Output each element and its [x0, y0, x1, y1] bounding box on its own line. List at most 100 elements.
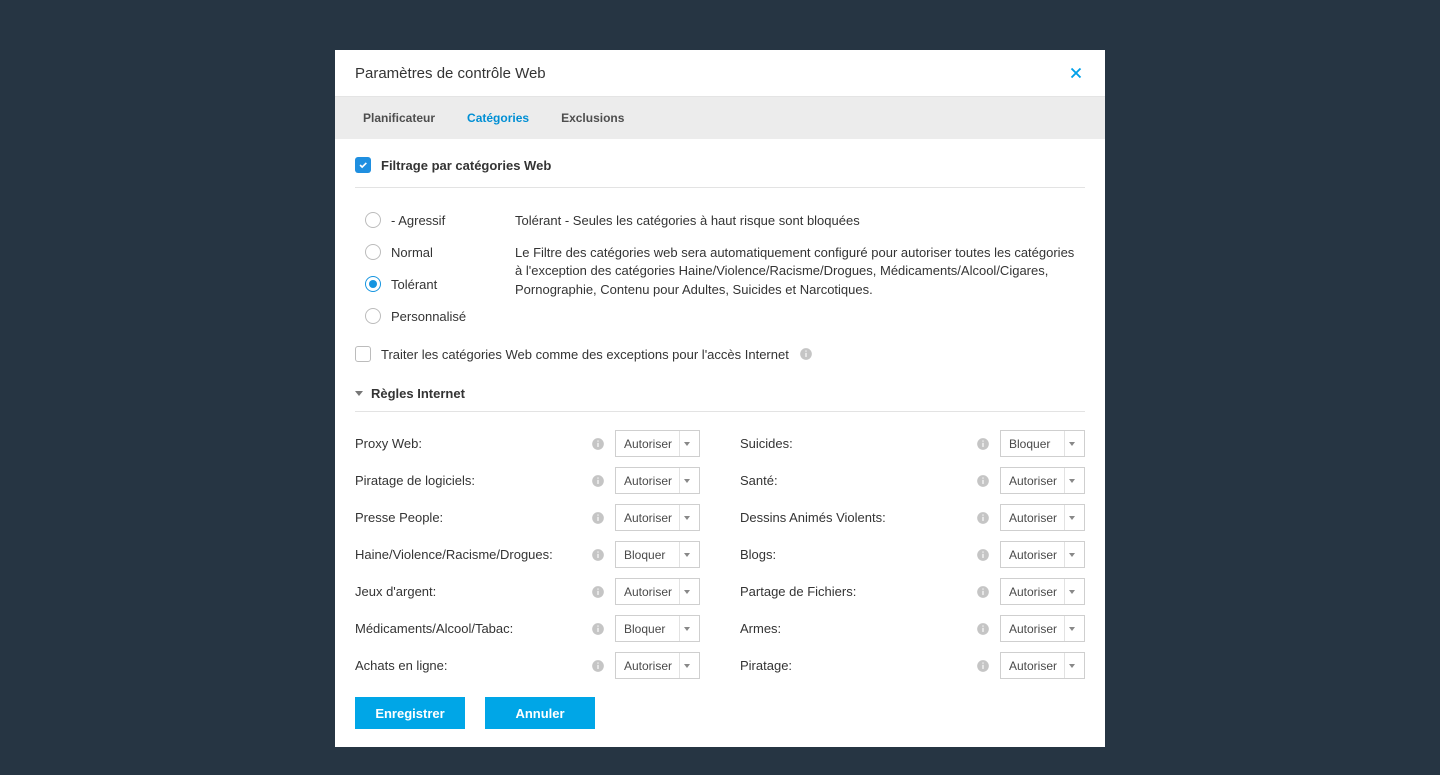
info-icon[interactable] [976, 622, 990, 636]
chevron-down-icon [1064, 505, 1078, 530]
chevron-down-icon [1064, 542, 1078, 567]
modal-footer: Enregistrer Annuler [335, 689, 1105, 747]
select-value: Autoriser [624, 511, 672, 525]
chevron-down-icon [679, 542, 693, 567]
rule-select[interactable]: Autoriser [1000, 541, 1085, 568]
modal-header: Paramètres de contrôle Web [335, 50, 1105, 97]
rule-row: Santé:Autoriser [740, 467, 1085, 494]
profile-radio[interactable]: Normal [365, 244, 485, 260]
rule-row: Presse People: Autoriser [355, 504, 700, 531]
radio-icon [365, 244, 381, 260]
chevron-down-icon [1064, 616, 1078, 641]
rule-label: Blogs: [740, 547, 976, 562]
select-value: Autoriser [1009, 659, 1057, 673]
radio-label: Tolérant [391, 277, 437, 292]
chevron-down-icon [1064, 468, 1078, 493]
chevron-down-icon [679, 468, 693, 493]
radio-icon [365, 212, 381, 228]
info-icon[interactable] [799, 347, 813, 361]
info-icon[interactable] [976, 437, 990, 451]
rule-row: Blogs: Autoriser [740, 541, 1085, 568]
rule-select[interactable]: Autoriser [1000, 467, 1085, 494]
modal-title: Paramètres de contrôle Web [355, 65, 546, 82]
chevron-down-icon [679, 505, 693, 530]
exception-checkbox[interactable] [355, 346, 371, 362]
info-icon[interactable] [591, 511, 605, 525]
profile-radio[interactable]: Personnalisé [365, 308, 485, 324]
rule-select[interactable]: Autoriser [615, 430, 700, 457]
info-icon[interactable] [591, 585, 605, 599]
select-value: Autoriser [1009, 548, 1057, 562]
info-icon[interactable] [976, 659, 990, 673]
rule-select[interactable]: Bloquer [615, 541, 700, 568]
rule-label: Dessins Animés Violents: [740, 510, 976, 525]
chevron-down-icon [1064, 431, 1078, 456]
rule-label: Haine/Violence/Racisme/Drogues: [355, 547, 591, 562]
rule-label: Proxy Web: [355, 436, 591, 451]
profile-desc-body: Le Filtre des catégories web sera automa… [515, 244, 1085, 299]
rule-select[interactable]: Autoriser [615, 467, 700, 494]
filter-label: Filtrage par catégories Web [381, 158, 551, 173]
rule-select[interactable]: Autoriser [1000, 615, 1085, 642]
collapse-triangle-icon [355, 391, 363, 396]
rule-row: Proxy Web: Autoriser [355, 430, 700, 457]
filter-toggle-row: Filtrage par catégories Web [355, 157, 1085, 188]
rule-label: Partage de Fichiers: [740, 584, 976, 599]
info-icon[interactable] [591, 659, 605, 673]
info-icon[interactable] [591, 437, 605, 451]
rule-row: Suicides: Bloquer [740, 430, 1085, 457]
chevron-down-icon [679, 653, 693, 678]
rule-select[interactable]: Bloquer [615, 615, 700, 642]
rule-row: Armes: Autoriser [740, 615, 1085, 642]
exception-label: Traiter les catégories Web comme des exc… [381, 347, 789, 362]
info-icon[interactable] [976, 474, 990, 488]
info-icon[interactable] [976, 585, 990, 599]
tabs: PlanificateurCatégoriesExclusions [335, 97, 1105, 139]
chevron-down-icon [679, 431, 693, 456]
select-value: Autoriser [624, 437, 672, 451]
info-icon[interactable] [976, 548, 990, 562]
modal-body-scroll[interactable]: Filtrage par catégories Web - Agressif No… [335, 139, 1105, 689]
rule-select[interactable]: Autoriser [615, 504, 700, 531]
rule-label: Suicides: [740, 436, 976, 451]
rule-select[interactable]: Autoriser [1000, 652, 1085, 679]
profile-description: Tolérant - Seules les catégories à haut … [515, 212, 1085, 324]
rule-label: Piratage: [740, 658, 976, 673]
select-value: Autoriser [1009, 622, 1057, 636]
rule-select[interactable]: Autoriser [615, 578, 700, 605]
close-icon[interactable] [1067, 64, 1085, 82]
rules-column-right: Suicides: Bloquer Santé:Autoriser Dessins A… [740, 430, 1085, 689]
select-value: Autoriser [624, 585, 672, 599]
rule-select[interactable]: Autoriser [1000, 578, 1085, 605]
rule-select[interactable]: Bloquer [1000, 430, 1085, 457]
info-icon[interactable] [591, 548, 605, 562]
rule-row: Dessins Animés Violents: Autoriser [740, 504, 1085, 531]
rule-row: Partage de Fichiers: Autoriser [740, 578, 1085, 605]
rule-label: Armes: [740, 621, 976, 636]
radio-icon [365, 276, 381, 292]
rule-row: Piratage: Autoriser [740, 652, 1085, 679]
rule-select[interactable]: Autoriser [1000, 504, 1085, 531]
rules-header[interactable]: Règles Internet [355, 362, 1085, 412]
info-icon[interactable] [976, 511, 990, 525]
select-value: Bloquer [1009, 437, 1050, 451]
tab-exclusions[interactable]: Exclusions [545, 97, 640, 139]
info-icon[interactable] [591, 622, 605, 636]
rule-row: Haine/Violence/Racisme/Drogues: Bloquer [355, 541, 700, 568]
rule-select[interactable]: Autoriser [615, 652, 700, 679]
rule-label: Presse People: [355, 510, 591, 525]
save-button[interactable]: Enregistrer [355, 697, 465, 729]
profile-radio[interactable]: Tolérant [365, 276, 485, 292]
cancel-button[interactable]: Annuler [485, 697, 595, 729]
select-value: Autoriser [1009, 511, 1057, 525]
profile-radios: - Agressif Normal Tolérant Personnalisé [355, 212, 485, 324]
select-value: Bloquer [624, 622, 665, 636]
tab-planificateur[interactable]: Planificateur [347, 97, 451, 139]
rule-row: Piratage de logiciels: Autoriser [355, 467, 700, 494]
rules-grid: Proxy Web:AutoriserPiratage de logiciels… [355, 412, 1085, 689]
profile-radio[interactable]: - Agressif [365, 212, 485, 228]
rule-label: Piratage de logiciels: [355, 473, 591, 488]
filter-checkbox[interactable] [355, 157, 371, 173]
info-icon[interactable] [591, 474, 605, 488]
tab-catégories[interactable]: Catégories [451, 97, 545, 139]
